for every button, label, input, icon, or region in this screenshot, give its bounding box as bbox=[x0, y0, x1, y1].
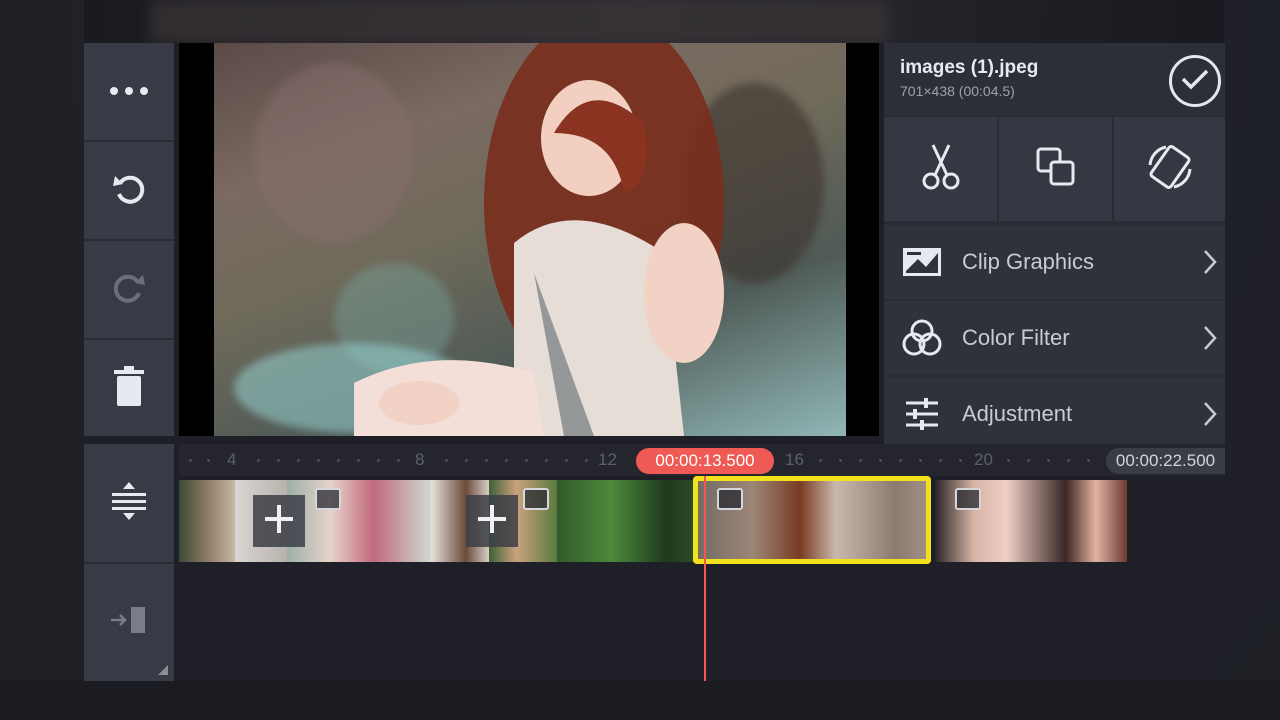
redo-icon bbox=[109, 267, 149, 312]
scissors-icon bbox=[921, 143, 961, 196]
ruler-label: 16 bbox=[785, 450, 804, 469]
current-time-indicator[interactable]: 00:00:13.500 bbox=[636, 448, 774, 474]
clip-info: 701×438 (00:04.5) bbox=[900, 83, 1015, 99]
video-preview[interactable] bbox=[179, 43, 879, 436]
ruler-label: 8 bbox=[415, 450, 425, 469]
adjustment-icon bbox=[900, 392, 944, 436]
undo-icon bbox=[109, 168, 149, 213]
clip-options-panel: images (1).jpeg 701×438 (00:04.5) Clip G… bbox=[884, 43, 1225, 451]
more-button[interactable] bbox=[84, 43, 174, 140]
jump-end-icon bbox=[109, 605, 149, 640]
more-icon bbox=[109, 83, 149, 101]
check-icon bbox=[1181, 68, 1209, 95]
ruler-label: 4 bbox=[227, 450, 237, 469]
timeline-clip[interactable] bbox=[179, 480, 235, 562]
ruler-label: 12 bbox=[598, 450, 617, 469]
menu-adjustment[interactable]: Adjustment bbox=[884, 377, 1225, 451]
split-button[interactable] bbox=[884, 117, 997, 221]
clip-filename: images (1).jpeg bbox=[900, 57, 1039, 78]
preview-image bbox=[214, 43, 846, 436]
left-toolbar bbox=[84, 43, 174, 436]
rotate-button[interactable] bbox=[1114, 117, 1225, 221]
menu-adjustment-label: Adjustment bbox=[962, 401, 1073, 426]
total-duration: 00:00:22.500 bbox=[1106, 448, 1225, 474]
jump-to-end-button[interactable] bbox=[84, 564, 174, 681]
playhead[interactable] bbox=[704, 476, 706, 681]
ruler-label: 20 bbox=[974, 450, 993, 469]
image-clip-icon bbox=[955, 488, 981, 510]
image-clip-icon bbox=[523, 488, 549, 510]
timeline-clip[interactable] bbox=[287, 480, 431, 562]
clip-header: images (1).jpeg 701×438 (00:04.5) bbox=[884, 43, 1225, 115]
duplicate-button[interactable] bbox=[999, 117, 1112, 221]
delete-icon bbox=[112, 365, 146, 411]
color-filter-icon bbox=[900, 316, 944, 360]
corner-indicator bbox=[158, 665, 168, 675]
menu-color-filter-label: Color Filter bbox=[962, 325, 1070, 350]
add-transition-button[interactable] bbox=[253, 495, 305, 547]
redo-button[interactable] bbox=[84, 241, 174, 338]
plus-icon bbox=[477, 504, 507, 539]
delete-button[interactable] bbox=[84, 340, 174, 436]
timeline-toolbar bbox=[84, 444, 174, 681]
video-editor: images (1).jpeg 701×438 (00:04.5) Clip G… bbox=[84, 43, 1225, 681]
clip-selection-frame bbox=[693, 476, 931, 564]
plus-icon bbox=[264, 504, 294, 539]
expand-icon bbox=[111, 481, 147, 526]
menu-color-filter[interactable]: Color Filter bbox=[884, 301, 1225, 375]
clip-graphics-icon bbox=[900, 240, 944, 284]
confirm-button[interactable] bbox=[1169, 55, 1221, 107]
timeline[interactable]: 4 8 12 00:00:13.500 16 20 00:00:22.500 bbox=[179, 444, 1225, 681]
timeline-clip[interactable] bbox=[1065, 480, 1127, 562]
timeline-clip[interactable] bbox=[557, 480, 693, 562]
menu-clip-graphics-label: Clip Graphics bbox=[962, 249, 1095, 274]
layer-copy-icon bbox=[1035, 146, 1077, 193]
add-transition-button[interactable] bbox=[466, 495, 518, 547]
undo-button[interactable] bbox=[84, 142, 174, 239]
rotate-icon bbox=[1144, 141, 1196, 198]
chevron-right-icon bbox=[1203, 249, 1217, 280]
image-clip-icon bbox=[315, 488, 341, 510]
chevron-right-icon bbox=[1203, 401, 1217, 432]
menu-clip-graphics[interactable]: Clip Graphics bbox=[884, 225, 1225, 299]
video-track bbox=[179, 476, 1225, 564]
timeline-clip[interactable] bbox=[935, 480, 1065, 562]
chevron-right-icon bbox=[1203, 325, 1217, 356]
expand-timeline-button[interactable] bbox=[84, 444, 174, 562]
time-ruler: 4 8 12 00:00:13.500 16 20 00:00:22.500 bbox=[179, 444, 1225, 476]
clip-tool-row bbox=[884, 117, 1225, 221]
